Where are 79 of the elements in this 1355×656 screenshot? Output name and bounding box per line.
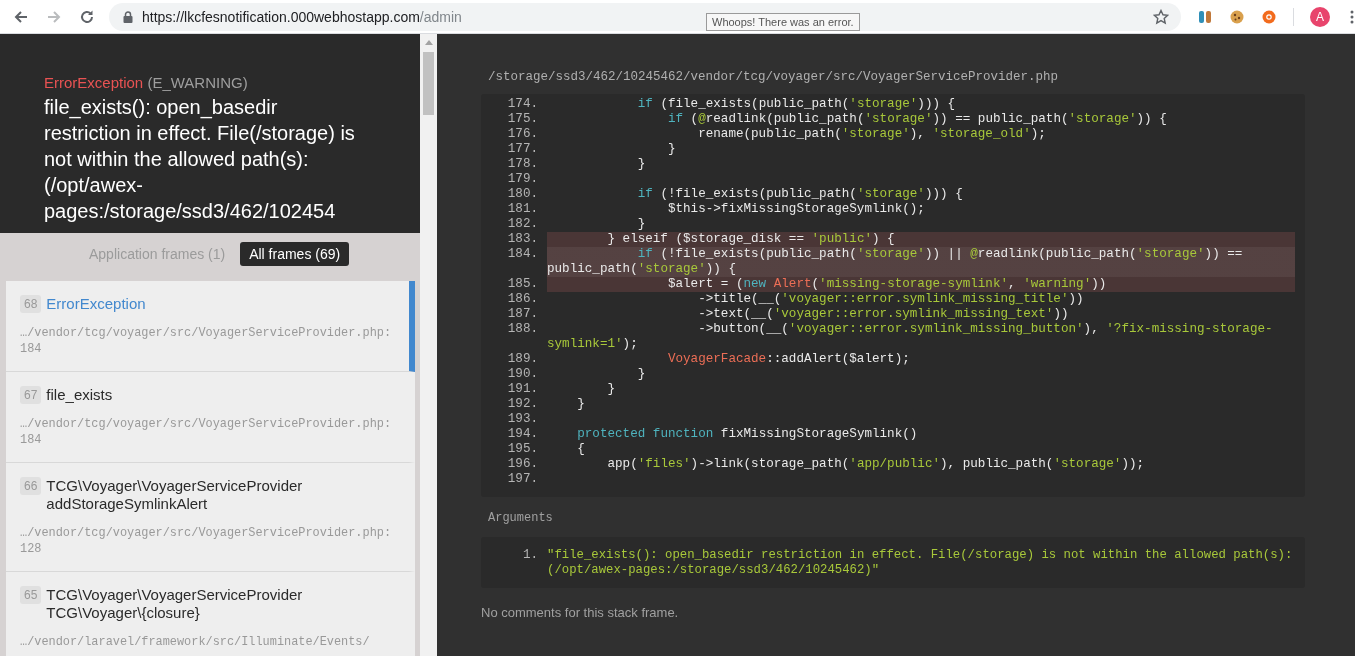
frame-index: 68 bbox=[20, 295, 42, 313]
comments-text: No comments for this stack frame. bbox=[481, 605, 680, 620]
line-number: 195. bbox=[506, 442, 539, 457]
argument-number: 1. bbox=[521, 548, 539, 564]
code-line: protected function fixMissingStorageSymlink() bbox=[576, 427, 919, 442]
code-line: } bbox=[636, 157, 647, 172]
profile-avatar[interactable]: A bbox=[1310, 6, 1330, 27]
frame-file-path: …/vendor/laravel/framework/src/Illuminate/Events/ bbox=[20, 634, 371, 650]
line-number: 178. bbox=[506, 157, 539, 172]
line-number: 192. bbox=[506, 397, 539, 412]
line-number: 185. bbox=[506, 277, 539, 292]
code-line: ->text(__('voyager::error.symlink_missing_text')) bbox=[697, 307, 1070, 322]
code-line: } bbox=[636, 367, 647, 382]
frame-index: 65 bbox=[20, 586, 42, 604]
line-number: 191. bbox=[506, 382, 539, 397]
line-number: 180. bbox=[506, 187, 539, 202]
line-number: 186. bbox=[506, 292, 539, 307]
arguments-label: Arguments bbox=[488, 511, 554, 525]
argument-value: "file_exists(): open_basedir restriction in effect. File(/storage) is not within the allowed path(s): (/opt/awex-pages:/storage/ssd3/462/10245462)" bbox=[547, 548, 1294, 578]
frame-name: TCG\Voyager\VoyagerServiceProvider addStorageSymlinkAlert bbox=[46, 477, 304, 513]
line-number: 194. bbox=[506, 427, 539, 442]
line-number: 184. bbox=[506, 247, 539, 263]
line-number: 188. bbox=[506, 322, 539, 338]
exception-type: ErrorException bbox=[44, 74, 144, 91]
code-file-path: /storage/ssd3/462/10245462/vendor/tcg/voyager/src/VoyagerServiceProvider.php bbox=[488, 70, 1060, 84]
line-number: 175. bbox=[506, 112, 539, 127]
stack-frame-item[interactable]: 65 TCG\Voyager\VoyagerServiceProvider TCG\Voyager\{closure} …/vendor/laravel/framework/src/Illuminate/Events/ bbox=[6, 572, 415, 656]
lifebuoy-icon[interactable] bbox=[1261, 8, 1277, 25]
line-number: 196. bbox=[506, 457, 539, 472]
lock-icon bbox=[123, 10, 133, 23]
code-line: app('files')->link(storage_path('app/public'), public_path('storage')); bbox=[606, 457, 1146, 472]
line-number: 177. bbox=[506, 142, 539, 157]
frame-index: 66 bbox=[20, 477, 42, 495]
code-line: rename(public_path('storage'), 'storage_old'); bbox=[697, 127, 1047, 142]
code-line: } bbox=[606, 382, 617, 397]
code-line: } bbox=[576, 397, 586, 412]
scroll-up-icon[interactable] bbox=[424, 40, 433, 45]
code-line: VoyagerFacade::addAlert($alert); bbox=[666, 352, 911, 367]
extension-icon[interactable] bbox=[1197, 8, 1213, 25]
line-number: 193. bbox=[506, 412, 539, 427]
reload-icon[interactable] bbox=[79, 8, 95, 25]
line-number: 176. bbox=[506, 127, 539, 142]
line-number: 197. bbox=[506, 472, 539, 487]
line-number: 190. bbox=[506, 367, 539, 382]
frame-name: file_exists bbox=[46, 386, 114, 404]
code-line: if (file_exists(public_path('storage'))) { bbox=[636, 97, 957, 112]
line-number: 183. bbox=[506, 232, 539, 247]
line-number: 182. bbox=[506, 217, 539, 232]
star-icon[interactable] bbox=[1153, 8, 1169, 25]
tooltip: Whoops! There was an error. bbox=[706, 13, 860, 31]
line-number: 187. bbox=[506, 307, 539, 322]
line-number: 181. bbox=[506, 202, 539, 217]
exception-code: (E_WARNING) bbox=[147, 74, 248, 91]
frame-file-path: …/vendor/tcg/voyager/src/VoyagerServiceProvider.php:184 bbox=[20, 416, 392, 448]
line-number: 174. bbox=[506, 97, 539, 112]
stack-frame-item[interactable]: 66 TCG\Voyager\VoyagerServiceProvider addStorageSymlinkAlert …/vendor/tcg/voyager/src/VoyagerServiceProvider.php:128 bbox=[6, 463, 415, 572]
back-icon[interactable] bbox=[13, 8, 29, 25]
code-line: ->button(__('voyager::error.symlink_missing_button'), '?fix-missing-storage-symlink=1'); bbox=[547, 322, 1274, 352]
line-number: 189. bbox=[506, 352, 539, 367]
code-line: } bbox=[636, 217, 647, 232]
scrollbar-thumb[interactable] bbox=[423, 52, 434, 115]
frame-file-path: …/vendor/tcg/voyager/src/VoyagerServiceProvider.php:128 bbox=[20, 525, 392, 557]
scrollbar[interactable] bbox=[420, 34, 437, 656]
cookie-icon[interactable] bbox=[1229, 8, 1245, 25]
code-line: $this->fixMissingStorageSymlink(); bbox=[666, 202, 926, 217]
code-line: { bbox=[576, 442, 586, 457]
code-line: ->title(__('voyager::error.symlink_missing_title')) bbox=[697, 292, 1085, 307]
frame-name: ErrorException bbox=[46, 295, 147, 313]
exception-message: file_exists(): open_basedir restriction in effect. File(/storage) is not within the allowed path(s): (/opt/awex-pages:/storage/ssd3/462/102454 bbox=[44, 95, 356, 224]
code-line: if (@readlink(public_path('storage')) == public_path('storage')) { bbox=[666, 112, 1168, 127]
frame-file-path: …/vendor/tcg/voyager/src/VoyagerServiceProvider.php:184 bbox=[20, 325, 392, 357]
frame-index: 67 bbox=[20, 386, 42, 404]
code-line: } bbox=[666, 142, 677, 157]
frame-filter-tab[interactable]: All frames (69) bbox=[240, 242, 350, 266]
menu-icon[interactable] bbox=[1350, 8, 1354, 25]
line-number: 179. bbox=[506, 172, 539, 187]
frame-name: TCG\Voyager\VoyagerServiceProvider TCG\Voyager\{closure} bbox=[46, 586, 304, 622]
code-line: if (!file_exists(public_path('storage'))) { bbox=[636, 187, 964, 202]
stack-frame-item[interactable]: 67 file_exists …/vendor/tcg/voyager/src/VoyagerServiceProvider.php:184 bbox=[6, 372, 415, 463]
